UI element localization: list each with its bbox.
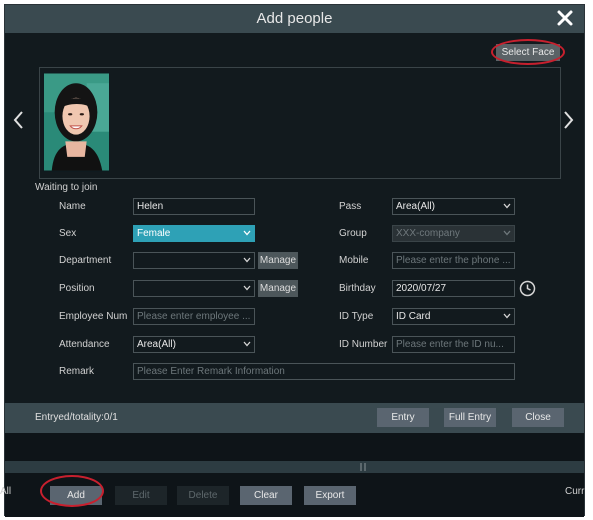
id-type-select-value: ID Card <box>396 311 431 322</box>
chevron-down-icon <box>503 203 511 209</box>
department-select[interactable] <box>133 252 255 269</box>
attendance-label: Attendance <box>59 339 110 350</box>
dialog-footer-band <box>5 433 584 461</box>
group-select-value: XXX-company <box>396 228 460 239</box>
sex-label: Sex <box>59 228 77 239</box>
pass-label: Pass <box>339 201 362 212</box>
delete-button[interactable]: Delete <box>177 486 229 505</box>
department-label: Department <box>59 255 112 266</box>
close-button[interactable]: Close <box>512 408 564 427</box>
id-number-input[interactable]: Please enter the ID nu... <box>392 336 515 353</box>
employee-num-label: Employee Num <box>59 311 128 322</box>
id-type-label: ID Type <box>339 311 374 322</box>
chevron-down-icon <box>243 341 251 347</box>
sex-select-value: Female <box>137 228 171 239</box>
pass-select[interactable]: Area(All) <box>392 198 515 215</box>
all-edge-text: All <box>0 486 12 497</box>
position-manage-button[interactable]: Manage <box>258 280 298 297</box>
chevron-down-icon <box>503 230 511 236</box>
employee-num-input[interactable]: Please enter employee ... <box>133 308 255 325</box>
dialog-titlebar: Add people <box>5 5 584 33</box>
remark-input[interactable]: Please Enter Remark Information <box>133 363 515 380</box>
chevron-down-icon <box>243 230 251 236</box>
entry-status-bar: Entryed/totality:0/1 Entry Full Entry Cl… <box>5 403 584 433</box>
clear-button[interactable]: Clear <box>240 486 292 505</box>
attendance-select[interactable]: Area(All) <box>133 336 255 353</box>
scrollbar-grip[interactable] <box>357 463 369 471</box>
full-entry-button[interactable]: Full Entry <box>444 408 496 427</box>
position-select[interactable] <box>133 280 255 297</box>
screenshot-root: Add people Select Face Waiting to join N… <box>0 0 593 520</box>
mobile-input[interactable]: Please enter the phone ... <box>392 252 515 269</box>
add-people-dialog: Add people Select Face Waiting to join N… <box>4 4 585 517</box>
dialog-title: Add people <box>256 10 333 27</box>
current-edge-text: Curr <box>565 486 585 497</box>
sex-select[interactable]: Female <box>133 225 255 242</box>
chevron-down-icon <box>243 257 251 263</box>
remark-label: Remark <box>59 366 95 377</box>
id-type-select[interactable]: ID Card <box>392 308 515 325</box>
annotation-circle-add <box>40 475 104 507</box>
face-photo-thumbnail[interactable] <box>43 72 110 172</box>
chevron-right-icon[interactable] <box>562 109 576 131</box>
face-photo-panel <box>39 67 561 179</box>
chevron-down-icon <box>503 313 511 319</box>
name-input[interactable]: Helen <box>133 198 255 215</box>
horizontal-scrollbar[interactable] <box>5 461 584 473</box>
mobile-label: Mobile <box>339 255 369 266</box>
edit-button[interactable]: Edit <box>115 486 167 505</box>
entry-totality-text: Entryed/totality:0/1 <box>35 412 118 423</box>
group-select: XXX-company <box>392 225 515 242</box>
export-button[interactable]: Export <box>304 486 356 505</box>
close-icon[interactable] <box>554 7 576 29</box>
birthday-label: Birthday <box>339 283 376 294</box>
department-manage-button[interactable]: Manage <box>258 252 298 269</box>
pass-select-value: Area(All) <box>396 201 435 212</box>
birthday-input[interactable]: 2020/07/27 <box>392 280 515 297</box>
waiting-to-join-label: Waiting to join <box>35 182 98 193</box>
entry-button[interactable]: Entry <box>377 408 429 427</box>
group-label: Group <box>339 228 367 239</box>
chevron-left-icon[interactable] <box>11 109 25 131</box>
chevron-down-icon <box>243 285 251 291</box>
clock-icon[interactable] <box>519 280 536 297</box>
id-number-label: ID Number <box>339 339 388 350</box>
attendance-select-value: Area(All) <box>137 339 176 350</box>
annotation-circle-select-face <box>491 39 565 65</box>
name-label: Name <box>59 201 86 212</box>
position-label: Position <box>59 283 95 294</box>
